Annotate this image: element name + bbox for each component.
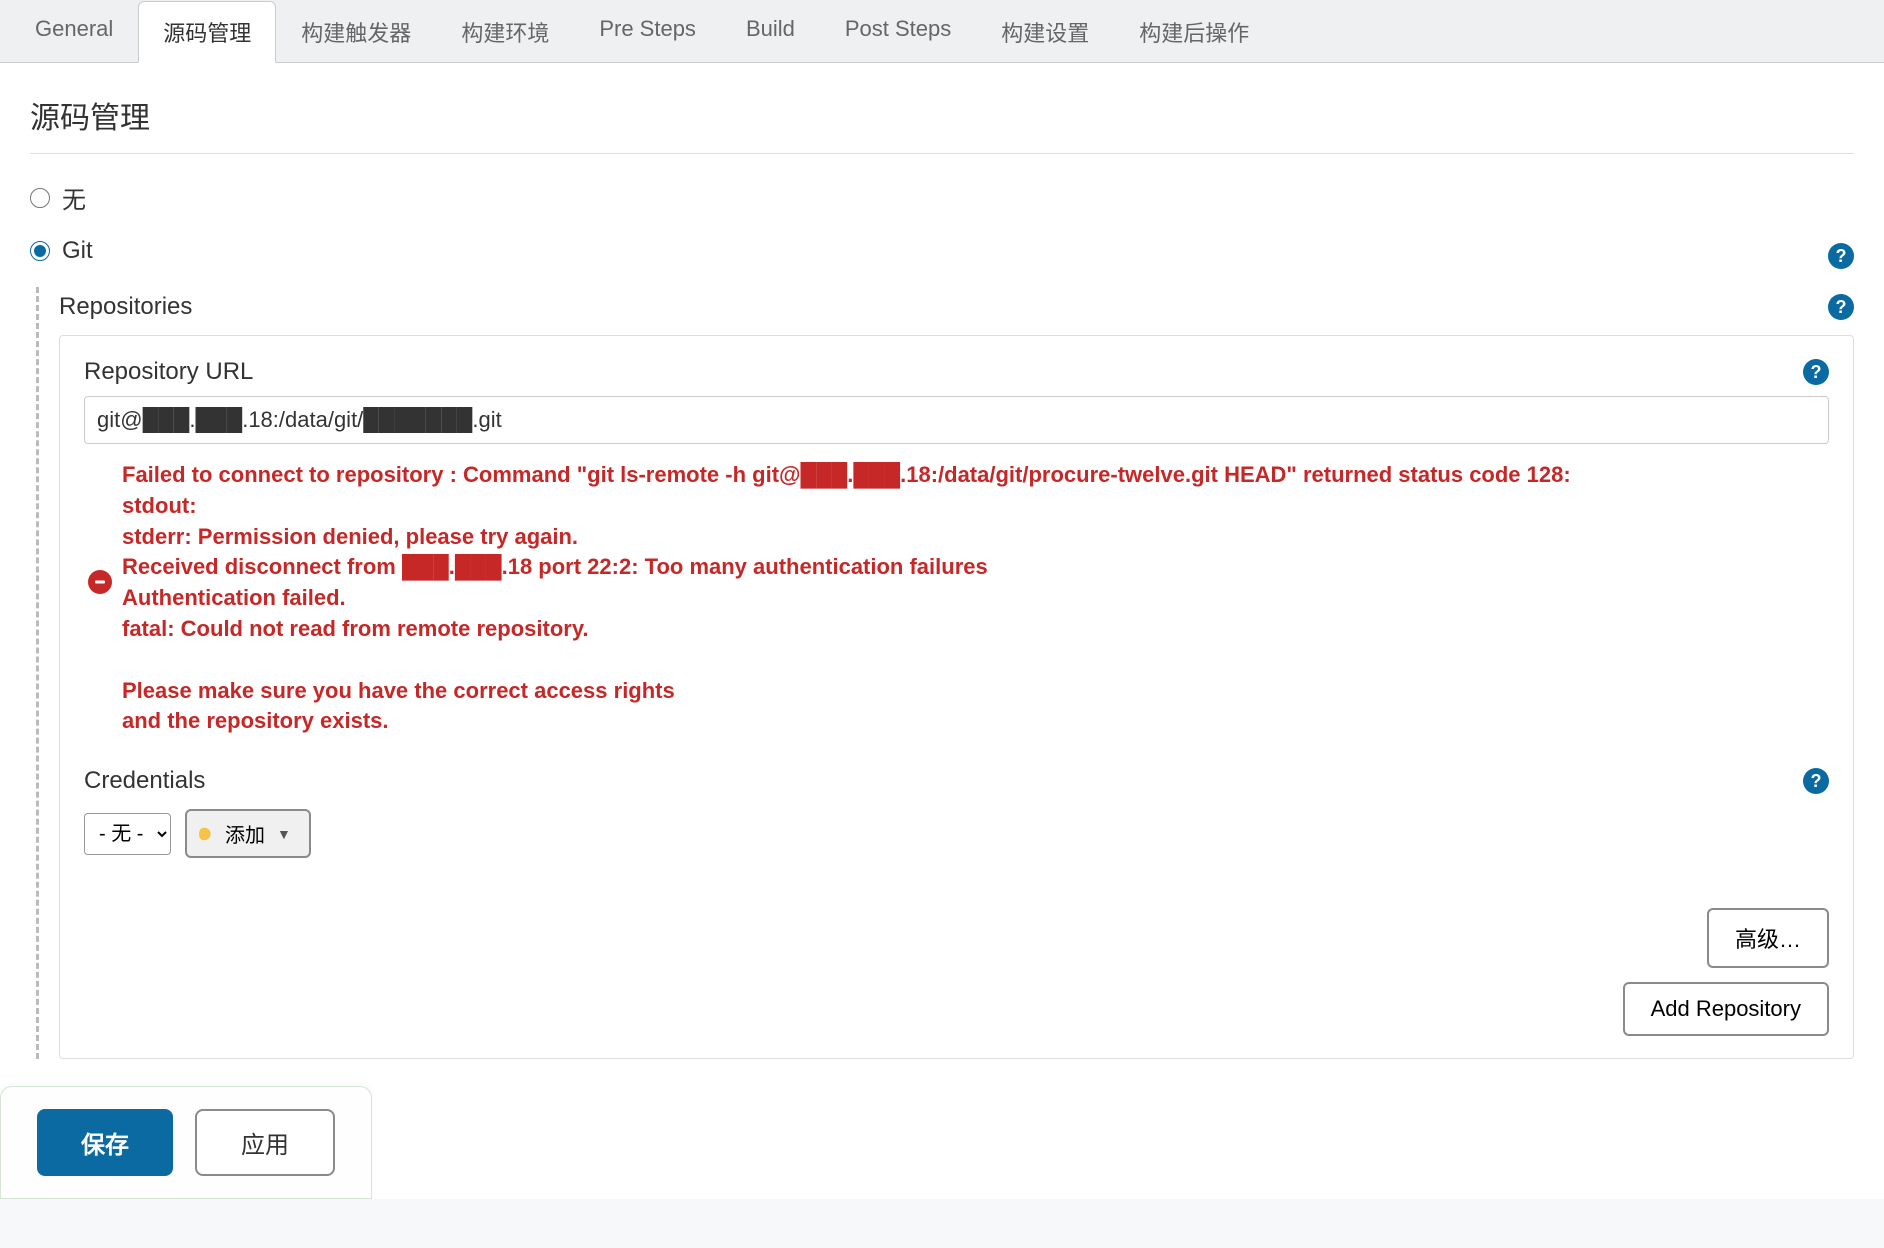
config-tabs: General 源码管理 构建触发器 构建环境 Pre Steps Build … (0, 0, 1884, 63)
tab-build-env[interactable]: 构建环境 (436, 1, 574, 63)
help-icon[interactable]: ? (1803, 359, 1829, 385)
tab-build-settings[interactable]: 构建设置 (976, 1, 1114, 63)
help-icon[interactable]: ? (1828, 243, 1854, 269)
tab-triggers[interactable]: 构建触发器 (276, 1, 436, 63)
scm-git-label: Git (62, 237, 93, 265)
chevron-down-icon: ▼ (277, 826, 291, 842)
tab-general[interactable]: General (10, 1, 138, 63)
add-credentials-button[interactable]: 添加 ▼ (185, 809, 311, 858)
scm-radio-none[interactable] (30, 188, 50, 208)
tab-post-steps[interactable]: Post Steps (820, 1, 976, 63)
apply-button[interactable]: 应用 (195, 1109, 335, 1176)
credentials-label: Credentials (84, 767, 205, 795)
section-title: 源码管理 (30, 83, 1854, 154)
tab-scm[interactable]: 源码管理 (138, 1, 276, 63)
tab-build[interactable]: Build (721, 1, 820, 63)
advanced-button[interactable]: 高级… (1707, 908, 1829, 968)
repo-url-input[interactable] (84, 396, 1829, 444)
repository-box: Repository URL ? Failed to connect to re… (59, 335, 1854, 1059)
error-icon (88, 570, 112, 594)
scm-none-label: 无 (62, 180, 86, 215)
repo-url-label: Repository URL (84, 358, 253, 386)
scm-option-git[interactable]: Git (30, 231, 93, 271)
main-panel: 源码管理 无 Git ? Repositories ? Repository U… (0, 63, 1884, 1199)
add-button-label: 添加 (225, 819, 265, 848)
error-text: Failed to connect to repository : Comman… (122, 460, 1571, 737)
help-icon[interactable]: ? (1803, 768, 1829, 794)
save-button[interactable]: 保存 (37, 1109, 173, 1176)
tab-post-build[interactable]: 构建后操作 (1114, 1, 1274, 63)
scm-option-none[interactable]: 无 (30, 174, 1854, 221)
tab-pre-steps[interactable]: Pre Steps (574, 1, 721, 63)
scm-radio-git[interactable] (30, 241, 50, 261)
add-repository-button[interactable]: Add Repository (1623, 982, 1829, 1036)
help-icon[interactable]: ? (1828, 294, 1854, 320)
credentials-select[interactable]: - 无 - (84, 813, 171, 855)
footer-action-bar: 保存 应用 (0, 1086, 372, 1199)
repositories-heading: Repositories (59, 293, 192, 321)
error-message-row: Failed to connect to repository : Comman… (84, 460, 1829, 737)
git-config-block: Repositories ? Repository URL ? Failed t… (36, 287, 1854, 1059)
key-icon (199, 825, 217, 843)
